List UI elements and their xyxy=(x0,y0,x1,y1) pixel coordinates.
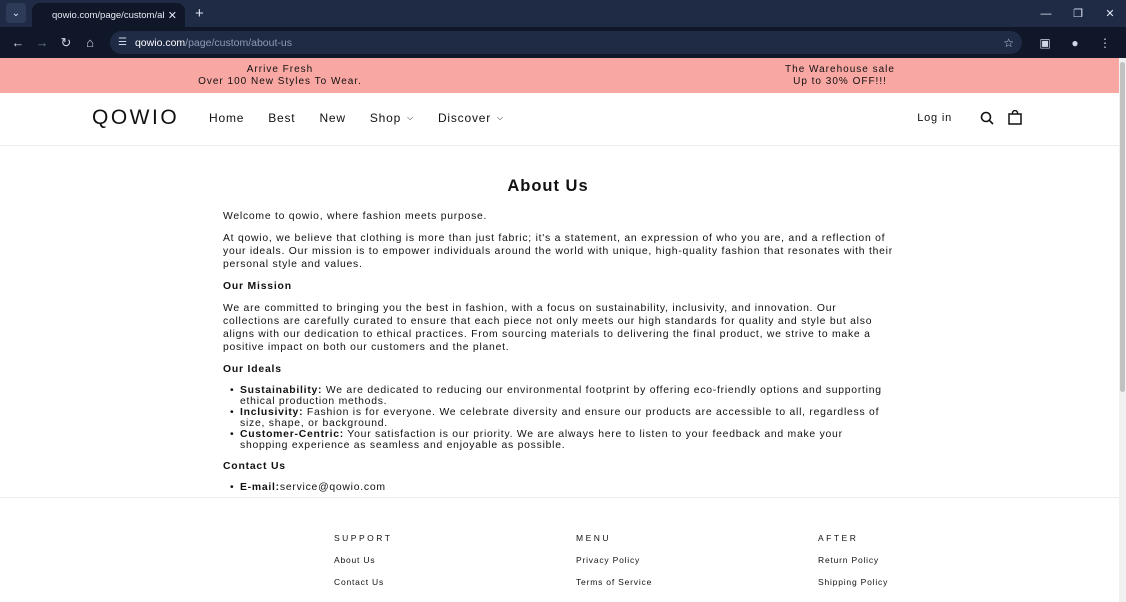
new-tab-icon[interactable]: + xyxy=(195,5,204,22)
nav-best[interactable]: Best xyxy=(268,111,295,125)
login-link[interactable]: Log in xyxy=(917,112,952,124)
ideal-text: We are dedicated to reducing our environ… xyxy=(240,385,882,407)
page-scrollbar[interactable] xyxy=(1119,58,1126,602)
email-label: E-mail: xyxy=(240,482,280,493)
browser-menu-icon[interactable]: ⋮ xyxy=(1090,36,1120,50)
about-content: About Us Welcome to qowio, where fashion… xyxy=(223,178,893,502)
footer-after-heading: AFTER xyxy=(818,533,859,543)
list-item: Sustainability: We are dedicated to redu… xyxy=(230,385,893,407)
back-icon[interactable]: ← xyxy=(6,35,30,50)
main-nav: Home Best New Shop ⌵ Discover ⌵ xyxy=(209,111,528,125)
restore-icon[interactable]: ❐ xyxy=(1062,7,1094,20)
ideal-term: Customer-Centric: xyxy=(240,429,344,440)
footer-menu: MENU Privacy Policy Terms of Service xyxy=(576,533,652,599)
url-host: qowio.com xyxy=(134,36,186,49)
browser-toolbar: ← → ↻ ⌂ ☰ qowio.com /page/custom/about-u… xyxy=(0,27,1126,58)
list-item: Inclusivity: Fashion is for everyone. We… xyxy=(230,407,893,429)
minimize-icon[interactable]: — xyxy=(1030,8,1062,20)
contact-list: E-mail:service@qowio.com xyxy=(223,482,893,493)
announcement-right[interactable]: The Warehouse sale Up to 30% OFF!!! xyxy=(560,64,1120,88)
tab-title: qowio.com/page/custom/about-us xyxy=(52,9,164,21)
announcement-bar: Arrive Fresh Over 100 New Styles To Wear… xyxy=(0,58,1126,93)
profile-icon[interactable]: ● xyxy=(1060,36,1090,50)
ideal-term: Inclusivity: xyxy=(240,407,304,418)
site-logo[interactable]: QOWIO xyxy=(92,106,179,130)
chevron-down-icon: ⌵ xyxy=(497,113,504,122)
announcement-right-line2: Up to 30% OFF!!! xyxy=(793,75,887,87)
close-tab-icon[interactable]: ✕ xyxy=(168,9,177,22)
ideal-term: Sustainability: xyxy=(240,385,323,396)
footer-divider xyxy=(0,497,1119,498)
footer-menu-heading: MENU xyxy=(576,533,612,543)
mission-text: We are committed to bringing you the bes… xyxy=(223,303,873,353)
chevron-down-icon: ⌵ xyxy=(407,113,414,122)
reload-icon[interactable]: ↻ xyxy=(54,35,78,51)
list-item: Customer-Centric: Your satisfaction is o… xyxy=(230,429,893,451)
extensions-icon[interactable]: ▣ xyxy=(1030,36,1060,50)
ideal-text: Fashion is for everyone. We celebrate di… xyxy=(240,407,880,429)
home-icon[interactable]: ⌂ xyxy=(78,35,102,50)
footer-support: SUPPORT About Us Contact Us xyxy=(334,533,392,599)
ideals-heading: Our Ideals xyxy=(223,364,282,375)
list-item: E-mail:service@qowio.com xyxy=(230,482,893,493)
url-path: /page/custom/about-us xyxy=(185,36,292,49)
scrollbar-thumb[interactable] xyxy=(1120,62,1125,392)
footer-link-about-us[interactable]: About Us xyxy=(334,555,392,565)
announcement-left-line1: Arrive Fresh xyxy=(246,63,314,75)
welcome-text: Welcome to qowio, where fashion meets pu… xyxy=(223,211,488,222)
announcement-right-line1: The Warehouse sale xyxy=(785,63,895,75)
footer-link-privacy-policy[interactable]: Privacy Policy xyxy=(576,555,652,565)
browser-tab[interactable]: qowio.com/page/custom/about-us ✕ xyxy=(32,3,185,27)
mission-heading: Our Mission xyxy=(223,281,292,292)
footer-link-contact-us[interactable]: Contact Us xyxy=(334,577,392,587)
page-title: About Us xyxy=(507,177,589,195)
footer-support-heading: SUPPORT xyxy=(334,533,393,543)
cart-bag-icon[interactable] xyxy=(1008,110,1022,125)
footer-link-return-policy[interactable]: Return Policy xyxy=(818,555,888,565)
nav-discover[interactable]: Discover ⌵ xyxy=(438,111,504,125)
ideals-list: Sustainability: We are dedicated to redu… xyxy=(223,385,893,451)
search-icon[interactable] xyxy=(980,111,994,125)
intro-text: At qowio, we believe that clothing is mo… xyxy=(223,233,893,270)
bookmark-star-icon[interactable]: ☆ xyxy=(1003,36,1014,50)
site-header: QOWIO Home Best New Shop ⌵ Discover ⌵ Log … xyxy=(0,93,1126,146)
nav-discover-label: Discover xyxy=(437,111,492,125)
footer-link-terms-of-service[interactable]: Terms of Service xyxy=(576,577,652,587)
nav-shop-label: Shop xyxy=(369,111,402,125)
nav-shop[interactable]: Shop ⌵ xyxy=(370,111,414,125)
email-value[interactable]: service@qowio.com xyxy=(280,482,386,493)
nav-new[interactable]: New xyxy=(319,111,345,125)
window-controls: — ❐ ✕ xyxy=(1030,0,1126,27)
nav-home[interactable]: Home xyxy=(209,111,244,125)
tab-search-icon[interactable]: ⌄ xyxy=(6,3,26,23)
announcement-left-line2: Over 100 New Styles To Wear. xyxy=(198,75,362,87)
header-actions: Log in xyxy=(917,110,1022,125)
forward-icon[interactable]: → xyxy=(30,35,54,50)
footer-after: AFTER Return Policy Shipping Policy xyxy=(818,533,888,599)
close-window-icon[interactable]: ✕ xyxy=(1094,7,1126,20)
browser-tab-bar: ⌄ qowio.com/page/custom/about-us ✕ + — ❐… xyxy=(0,0,1126,27)
site-info-icon[interactable]: ☰ xyxy=(118,37,127,48)
contact-heading: Contact Us xyxy=(223,461,286,472)
announcement-left[interactable]: Arrive Fresh Over 100 New Styles To Wear… xyxy=(0,64,560,88)
address-bar[interactable]: ☰ qowio.com /page/custom/about-us ☆ xyxy=(110,31,1022,54)
footer-link-shipping-policy[interactable]: Shipping Policy xyxy=(818,577,888,587)
